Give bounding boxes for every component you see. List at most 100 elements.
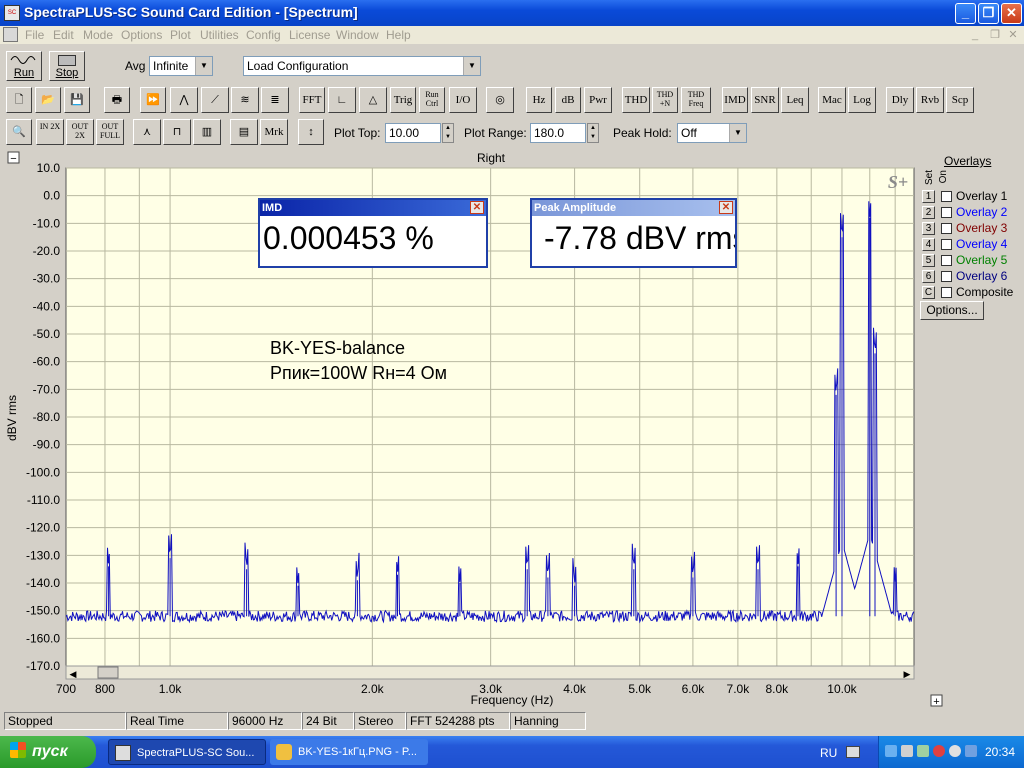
- minimize-button[interactable]: _: [955, 3, 976, 24]
- stop-button[interactable]: Stop: [49, 51, 85, 81]
- menu-mode[interactable]: Mode: [83, 28, 113, 42]
- zoom-out-full-button[interactable]: OUT FULL: [96, 119, 124, 145]
- pwr-button[interactable]: Pwr: [584, 87, 612, 113]
- thd-freq-button[interactable]: THD Freq: [681, 87, 711, 113]
- axis-button[interactable]: ∟: [328, 87, 356, 113]
- scroll-left-icon[interactable]: ◀: [70, 669, 77, 679]
- scp-button[interactable]: Scp: [946, 87, 974, 113]
- fast-forward-button[interactable]: ⏩: [140, 87, 166, 113]
- overlay-options-button[interactable]: Options...: [920, 301, 984, 320]
- overlay-checkbox[interactable]: [941, 239, 952, 250]
- step-plot-button[interactable]: ⊓: [163, 119, 191, 145]
- network-icon[interactable]: [885, 745, 897, 757]
- scroll-right-icon[interactable]: ▶: [904, 669, 911, 679]
- menu-config[interactable]: Config: [246, 28, 281, 42]
- keyboard-icon[interactable]: [846, 746, 860, 758]
- menu-file[interactable]: File: [25, 28, 44, 42]
- trigger-shape-button[interactable]: △: [359, 87, 387, 113]
- menu-utilities[interactable]: Utilities: [200, 28, 239, 42]
- peak-hold-select[interactable]: Off ▼: [677, 123, 747, 143]
- overlay-set-button[interactable]: C: [922, 286, 935, 299]
- line-plot-button[interactable]: ⋏: [133, 119, 161, 145]
- overlay-checkbox[interactable]: [941, 207, 952, 218]
- spectrum-tool-button[interactable]: ⋀: [170, 87, 198, 113]
- table-button[interactable]: ▤: [230, 119, 258, 145]
- peak-amplitude-popup[interactable]: Peak Amplitude ✕ -7.78 dBV rms: [530, 198, 737, 268]
- new-file-button[interactable]: 🗋: [6, 87, 32, 113]
- avg-select[interactable]: Infinite ▼: [149, 56, 213, 76]
- io-button[interactable]: I/O: [449, 87, 477, 113]
- run-button[interactable]: Run: [6, 51, 42, 81]
- monitor-icon[interactable]: [917, 745, 929, 757]
- leq-button[interactable]: Leq: [781, 87, 809, 113]
- overlay-set-button[interactable]: 6: [922, 270, 935, 283]
- overlay-set-button[interactable]: 4: [922, 238, 935, 251]
- start-button[interactable]: пуск: [0, 736, 96, 768]
- menu-window[interactable]: Window: [336, 28, 379, 42]
- scrollbar-thumb[interactable]: [97, 666, 119, 679]
- mdi-restore-button[interactable]: ❐: [988, 29, 1002, 41]
- peak-close-icon[interactable]: ✕: [719, 201, 733, 214]
- taskbar-item-spectraplus[interactable]: SpectraPLUS-SC Sou...: [108, 739, 266, 765]
- overlay-set-button[interactable]: 1: [922, 190, 935, 203]
- sawtooth-button[interactable]: ⟋: [201, 87, 229, 113]
- imd-button[interactable]: IMD: [722, 87, 748, 113]
- mdi-close-button[interactable]: ✕: [1006, 29, 1020, 41]
- overlay-checkbox[interactable]: [941, 191, 952, 202]
- imd-popup[interactable]: IMD ✕ 0.000453 %: [258, 198, 488, 268]
- taskbar-item-image-viewer[interactable]: BK-YES-1кГц.PNG - P...: [270, 739, 428, 765]
- thd-button[interactable]: THD: [622, 87, 650, 113]
- mdi-minimize-button[interactable]: _: [968, 29, 982, 41]
- print-button[interactable]: 🖶: [104, 87, 130, 113]
- overlay-checkbox[interactable]: [941, 271, 952, 282]
- plot-top-spinner[interactable]: ▲ ▼: [442, 123, 454, 143]
- overlay-checkbox[interactable]: [941, 223, 952, 234]
- plot-range-spinner[interactable]: ▲ ▼: [587, 123, 599, 143]
- antivirus-icon[interactable]: [933, 745, 945, 757]
- display-icon[interactable]: [965, 745, 977, 757]
- snr-button[interactable]: SNR: [751, 87, 779, 113]
- restore-button[interactable]: ❐: [978, 3, 999, 24]
- 3d-surface-button[interactable]: ≣: [261, 87, 289, 113]
- mdi-doc-icon[interactable]: [3, 27, 18, 42]
- dly-button[interactable]: Dly: [886, 87, 914, 113]
- overlay-set-button[interactable]: 3: [922, 222, 935, 235]
- spectrum-chart[interactable]: 10.0 0.0 -10.0 -20.0 -30.0 -40.0 -50.0 -60.0 -70…: [0, 150, 1024, 710]
- fft-button[interactable]: FFT: [299, 87, 325, 113]
- language-indicator[interactable]: RU: [820, 746, 837, 760]
- magnify-button[interactable]: 🔍: [6, 119, 32, 145]
- speaker-icon[interactable]: [901, 745, 913, 757]
- overlay-checkbox[interactable]: [941, 255, 952, 266]
- app-tray-icon[interactable]: [949, 745, 961, 757]
- run-ctrl-button[interactable]: Run Ctrl: [419, 87, 445, 113]
- log-button[interactable]: Log: [848, 87, 876, 113]
- menu-options[interactable]: Options: [121, 28, 162, 42]
- plot-top-input[interactable]: 10.00: [385, 123, 441, 143]
- mac-button[interactable]: Mac: [818, 87, 846, 113]
- thd-n-button[interactable]: THD +N: [652, 87, 678, 113]
- hz-button[interactable]: Hz: [526, 87, 552, 113]
- signal-generator-button[interactable]: ◎: [486, 87, 514, 113]
- vertical-scale-button[interactable]: ↕: [298, 119, 324, 145]
- horizontal-scrollbar[interactable]: [65, 665, 915, 680]
- config-select[interactable]: Load Configuration ▼: [243, 56, 481, 76]
- overlay-set-button[interactable]: 2: [922, 206, 935, 219]
- bar-plot-button[interactable]: ▥: [193, 119, 221, 145]
- zoom-in-2x-button[interactable]: IN 2X: [36, 119, 64, 145]
- zoom-out-2x-button[interactable]: OUT 2X: [66, 119, 94, 145]
- overlay-set-button[interactable]: 5: [922, 254, 935, 267]
- imd-close-icon[interactable]: ✕: [470, 201, 484, 214]
- db-button[interactable]: dB: [555, 87, 581, 113]
- marker-button[interactable]: Mrk: [260, 119, 288, 145]
- spectrogram-button[interactable]: ≋: [231, 87, 259, 113]
- menu-edit[interactable]: Edit: [53, 28, 74, 42]
- save-button[interactable]: 💾: [64, 87, 90, 113]
- menu-plot[interactable]: Plot: [170, 28, 191, 42]
- menu-license[interactable]: License: [289, 28, 330, 42]
- trig-button[interactable]: Trig: [390, 87, 416, 113]
- close-button[interactable]: ✕: [1001, 3, 1022, 24]
- open-file-button[interactable]: 📂: [35, 87, 61, 113]
- plot-range-input[interactable]: 180.0: [530, 123, 586, 143]
- rvb-button[interactable]: Rvb: [916, 87, 944, 113]
- overlay-checkbox[interactable]: [941, 287, 952, 298]
